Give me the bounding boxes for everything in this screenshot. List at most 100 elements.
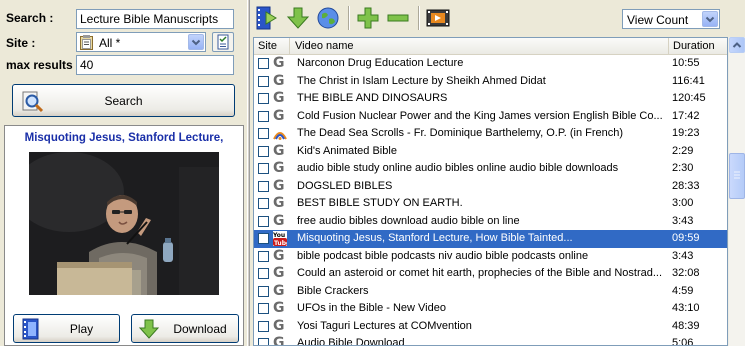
table-row[interactable]: G UFOs in the Bible - New Video 43:10: [254, 300, 727, 318]
google-video-icon: G: [273, 90, 285, 106]
search-button[interactable]: Search: [12, 84, 235, 117]
view-sort-value: View Count: [627, 13, 689, 27]
max-results-label: max results: [6, 58, 73, 72]
video-name-cell: Kid's Animated Bible: [297, 144, 397, 157]
row-checkbox[interactable]: [258, 58, 269, 69]
scroll-up-button[interactable]: [729, 37, 745, 53]
table-row[interactable]: G Bible Crackers 4:59: [254, 283, 727, 301]
google-video-icon: G: [273, 195, 285, 211]
download-button-label: Download: [173, 321, 227, 336]
video-name-cell: free audio bibles download audio bible o…: [297, 214, 520, 227]
site-select[interactable]: All *: [76, 32, 206, 52]
site-select-value: All *: [99, 36, 121, 50]
video-name-cell: Misquoting Jesus, Stanford Lecture, How …: [297, 232, 573, 244]
duration-cell: 28:33: [672, 179, 700, 192]
table-body: G Narconon Drug Education Lecture 10:55 G Th…: [254, 55, 727, 346]
video-name-cell: Audio Bible Download: [297, 337, 405, 346]
table-row[interactable]: Gfree audio bibles download audio bible …: [254, 213, 727, 231]
table-row[interactable]: G Audio Bible Download 5:06: [254, 335, 727, 346]
video-name-cell: Narconon Drug Education Lecture: [297, 57, 464, 69]
vertical-scrollbar[interactable]: [728, 37, 745, 346]
row-checkbox[interactable]: [258, 233, 269, 244]
table-row[interactable]: The Dead Sea Scrolls - Fr. Dominique Bar…: [254, 125, 727, 143]
row-checkbox[interactable]: [258, 93, 269, 104]
row-checkbox[interactable]: [258, 285, 269, 297]
search-input[interactable]: Lecture Bible Manuscripts: [76, 9, 234, 29]
video-name-cell: BEST BIBLE STUDY ON EARTH.: [297, 197, 463, 209]
max-results-input[interactable]: 40: [76, 55, 234, 75]
globe-icon[interactable]: [316, 6, 340, 30]
google-video-icon: G: [273, 247, 285, 264]
duration-cell: 09:59: [672, 232, 700, 244]
chevron-up-icon: [732, 42, 742, 48]
chevron-down-icon[interactable]: [188, 34, 204, 50]
table-row[interactable]: G BEST BIBLE STUDY ON EARTH. 3:00: [254, 195, 727, 213]
row-checkbox[interactable]: [258, 268, 269, 279]
edit-sites-button[interactable]: [212, 32, 234, 52]
video-name-cell: Could an asteroid or comet hit earth, pr…: [297, 267, 663, 279]
column-header-site[interactable]: Site: [254, 38, 290, 55]
toolbar-separator: [348, 6, 350, 30]
row-checkbox[interactable]: [258, 303, 269, 314]
row-checkbox[interactable]: [258, 320, 269, 332]
view-sort-select[interactable]: View Count: [622, 9, 720, 29]
video-name-cell: The Christ in Islam Lecture by Sheikh Ah…: [297, 74, 546, 87]
play-button-label: Play: [69, 321, 94, 336]
row-checkbox[interactable]: [258, 198, 269, 209]
table-row[interactable]: G Narconon Drug Education Lecture 10:55: [254, 55, 727, 73]
table-row[interactable]: Gaudio bible study online audio bibles o…: [254, 160, 727, 178]
video-list-icon[interactable]: [254, 6, 278, 30]
duration-cell: 48:39: [672, 319, 700, 332]
film-strip-icon: [22, 318, 39, 340]
video-name-cell: audio bible study online audio bibles on…: [297, 162, 619, 174]
table-row[interactable]: YouTube Misquoting Jesus, Stanford Lectur…: [254, 230, 727, 248]
duration-cell: 10:55: [672, 57, 700, 69]
svg-text:Tube: Tube: [274, 240, 287, 246]
video-name-cell: Yosi Taguri Lectures at COMvention: [297, 319, 472, 332]
table-row[interactable]: Gbible podcast bible podcasts niv audio …: [254, 248, 727, 266]
google-video-icon: G: [273, 282, 285, 299]
google-video-icon: G: [273, 142, 285, 159]
duration-cell: 32:08: [672, 267, 700, 279]
column-header-video-name[interactable]: Video name: [291, 38, 669, 55]
row-checkbox[interactable]: [258, 75, 269, 87]
scrollbar-thumb[interactable]: [729, 153, 745, 199]
video-name-cell: THE BIBLE AND DINOSAURS: [297, 92, 448, 104]
row-checkbox[interactable]: [258, 128, 269, 139]
table-row[interactable]: G THE BIBLE AND DINOSAURS 120:45: [254, 90, 727, 108]
row-checkbox[interactable]: [258, 180, 269, 192]
row-checkbox[interactable]: [258, 215, 269, 227]
table-row[interactable]: G Cold Fusion Nuclear Power and the King …: [254, 108, 727, 126]
search-label: Search :: [6, 11, 54, 25]
google-video-icon: G: [273, 212, 285, 229]
duration-cell: 5:06: [672, 337, 694, 346]
play-button[interactable]: Play: [13, 314, 120, 343]
download-button[interactable]: Download: [131, 314, 239, 343]
table-row[interactable]: G The Christ in Islam Lecture by Sheikh A…: [254, 73, 727, 91]
video-clip-icon[interactable]: [426, 6, 450, 30]
table-row[interactable]: G Kid's Animated Bible 2:29: [254, 143, 727, 161]
duration-cell: 4:59: [672, 284, 694, 297]
row-checkbox[interactable]: [258, 145, 269, 157]
table-row[interactable]: G Yosi Taguri Lectures at COMvention 48:39: [254, 318, 727, 336]
video-name-cell: The Dead Sea Scrolls - Fr. Dominique Bar…: [297, 127, 624, 139]
dailymotion-icon: [273, 126, 287, 141]
remove-icon[interactable]: [386, 6, 410, 30]
video-thumbnail[interactable]: [29, 152, 219, 295]
column-header-duration[interactable]: Duration: [669, 38, 727, 55]
download-arrow-icon[interactable]: [286, 6, 310, 30]
duration-cell: 3:00: [672, 197, 694, 209]
table-row[interactable]: G Could an asteroid or comet hit earth, p…: [254, 265, 727, 283]
row-checkbox[interactable]: [258, 110, 269, 122]
site-label: Site :: [6, 36, 36, 50]
chevron-down-icon[interactable]: [702, 11, 718, 27]
table-row[interactable]: G DOGSLED BIBLES 28:33: [254, 178, 727, 196]
row-checkbox[interactable]: [258, 338, 269, 345]
duration-cell: 3:43: [672, 249, 694, 262]
row-checkbox[interactable]: [258, 250, 269, 262]
download-arrow-icon: [138, 319, 160, 339]
row-checkbox[interactable]: [258, 163, 269, 174]
duration-cell: 120:45: [672, 92, 706, 104]
google-video-icon: G: [273, 317, 285, 334]
add-icon[interactable]: [356, 6, 380, 30]
